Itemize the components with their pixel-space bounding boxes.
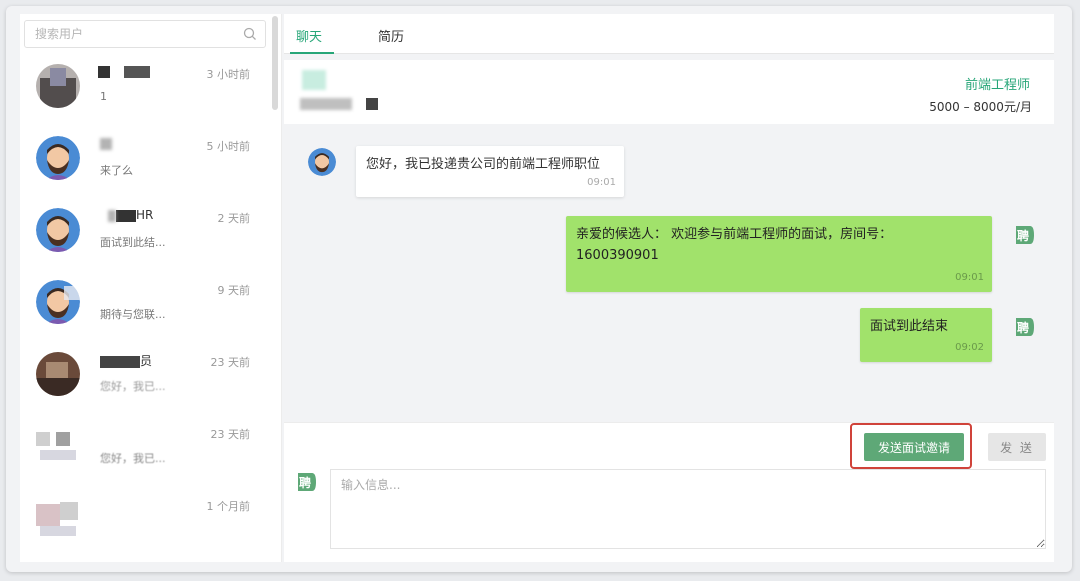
message-time: 09:01 <box>955 272 984 283</box>
contact-name: 员 <box>100 352 152 369</box>
message-time: 09:01 <box>587 177 616 188</box>
contact-name <box>98 64 150 78</box>
contact-time: 2 天前 <box>217 212 251 225</box>
message-input[interactable] <box>330 469 1046 549</box>
contact-item[interactable]: HR 2 天前 面试到此结... <box>20 198 270 270</box>
active-tab-indicator <box>290 52 334 54</box>
svg-text:聘: 聘 <box>1017 320 1029 335</box>
svg-text:聘: 聘 <box>1017 228 1029 243</box>
sidebar-scrollbar[interactable] <box>272 16 278 110</box>
zhaopin-logo-icon: 聘 <box>1016 226 1034 244</box>
search-input[interactable] <box>25 21 225 47</box>
message-bubble: 亲爱的候选人： 欢迎参与前端工程师的面试，房间号： 1600390901 09:… <box>566 216 992 292</box>
message-list: 您好，我已投递贵公司的前端工程师职位 09:01 亲爱的候选人： 欢迎参与前端工… <box>284 124 1054 422</box>
contact-preview: 您好，我已... <box>100 380 166 393</box>
contact-time: 23 天前 <box>210 428 251 441</box>
contact-preview: 1 <box>100 90 107 103</box>
contact-preview: 面试到此结... <box>100 236 166 249</box>
job-header: 前端工程师 5000 – 8000元/月 <box>284 60 1054 124</box>
message-bubble: 面试到此结束 09:02 <box>860 308 992 362</box>
contact-item[interactable]: 1 个月前 <box>20 486 270 558</box>
search-box[interactable] <box>24 20 266 48</box>
avatar <box>36 496 80 540</box>
send-interview-invite-button[interactable]: 发送面试邀请 <box>864 433 964 461</box>
contact-item[interactable]: 9 天前 期待与您联... <box>20 270 270 342</box>
job-salary: 5000 – 8000元/月 <box>929 100 1032 114</box>
contact-time: 5 小时前 <box>206 140 251 153</box>
contact-sidebar: 3 小时前 1 5 小时前 来了么 <box>20 14 282 562</box>
candidate-name <box>300 96 379 111</box>
message-text: 面试到此结束 <box>870 319 949 334</box>
app-window: 3 小时前 1 5 小时前 来了么 <box>6 6 1072 572</box>
message-bubble: 您好，我已投递贵公司的前端工程师职位 09:01 <box>356 146 624 197</box>
contact-item[interactable]: 23 天前 您好，我已... <box>20 414 270 486</box>
contact-name-suffix: HR <box>136 208 154 222</box>
avatar <box>36 280 80 324</box>
avatar <box>36 136 80 180</box>
tab-chat[interactable]: 聊天 <box>296 26 322 45</box>
contact-time: 23 天前 <box>210 356 251 369</box>
avatar <box>36 208 80 252</box>
contact-preview: 来了么 <box>100 164 133 177</box>
avatar <box>36 352 80 396</box>
contact-name <box>100 136 112 150</box>
composer: 发送面试邀请 发 送 聘 <box>284 422 1054 562</box>
contact-item[interactable]: 5 小时前 来了么 <box>20 126 270 198</box>
contact-time: 9 天前 <box>217 284 251 297</box>
search-icon[interactable] <box>243 27 257 41</box>
chat-panel: 聊天 简历 前端工程师 5000 – 8000元/月 您好，我已投递贵公司的前端… <box>284 14 1054 562</box>
contact-preview: 期待与您联... <box>100 308 166 321</box>
zhaopin-logo-icon: 聘 <box>1016 318 1034 336</box>
message-text: 您好，我已投递贵公司的前端工程师职位 <box>366 157 601 172</box>
contact-item[interactable]: 3 小时前 1 <box>20 54 270 126</box>
contact-name: HR <box>108 208 153 222</box>
avatar <box>36 424 80 468</box>
job-title: 前端工程师 <box>964 78 1030 93</box>
candidate-avatar <box>302 70 326 90</box>
svg-text:聘: 聘 <box>299 475 311 490</box>
message-text: 亲爱的候选人： 欢迎参与前端工程师的面试，房间号： <box>576 227 893 242</box>
message-text-room: 1600390901 <box>576 248 659 263</box>
tab-bar: 聊天 简历 <box>284 14 1054 54</box>
contact-item[interactable]: 员 23 天前 您好，我已... <box>20 342 270 414</box>
avatar <box>36 64 80 108</box>
message-time: 09:02 <box>955 342 984 353</box>
contact-name-suffix: 员 <box>140 354 153 368</box>
contact-time: 3 小时前 <box>206 68 251 81</box>
send-button[interactable]: 发 送 <box>988 433 1046 461</box>
contact-preview: 您好，我已... <box>100 452 166 465</box>
tab-resume[interactable]: 简历 <box>378 26 404 45</box>
candidate-avatar <box>308 148 336 176</box>
contact-time: 1 个月前 <box>206 500 251 513</box>
zhaopin-logo-icon: 聘 <box>298 473 316 491</box>
